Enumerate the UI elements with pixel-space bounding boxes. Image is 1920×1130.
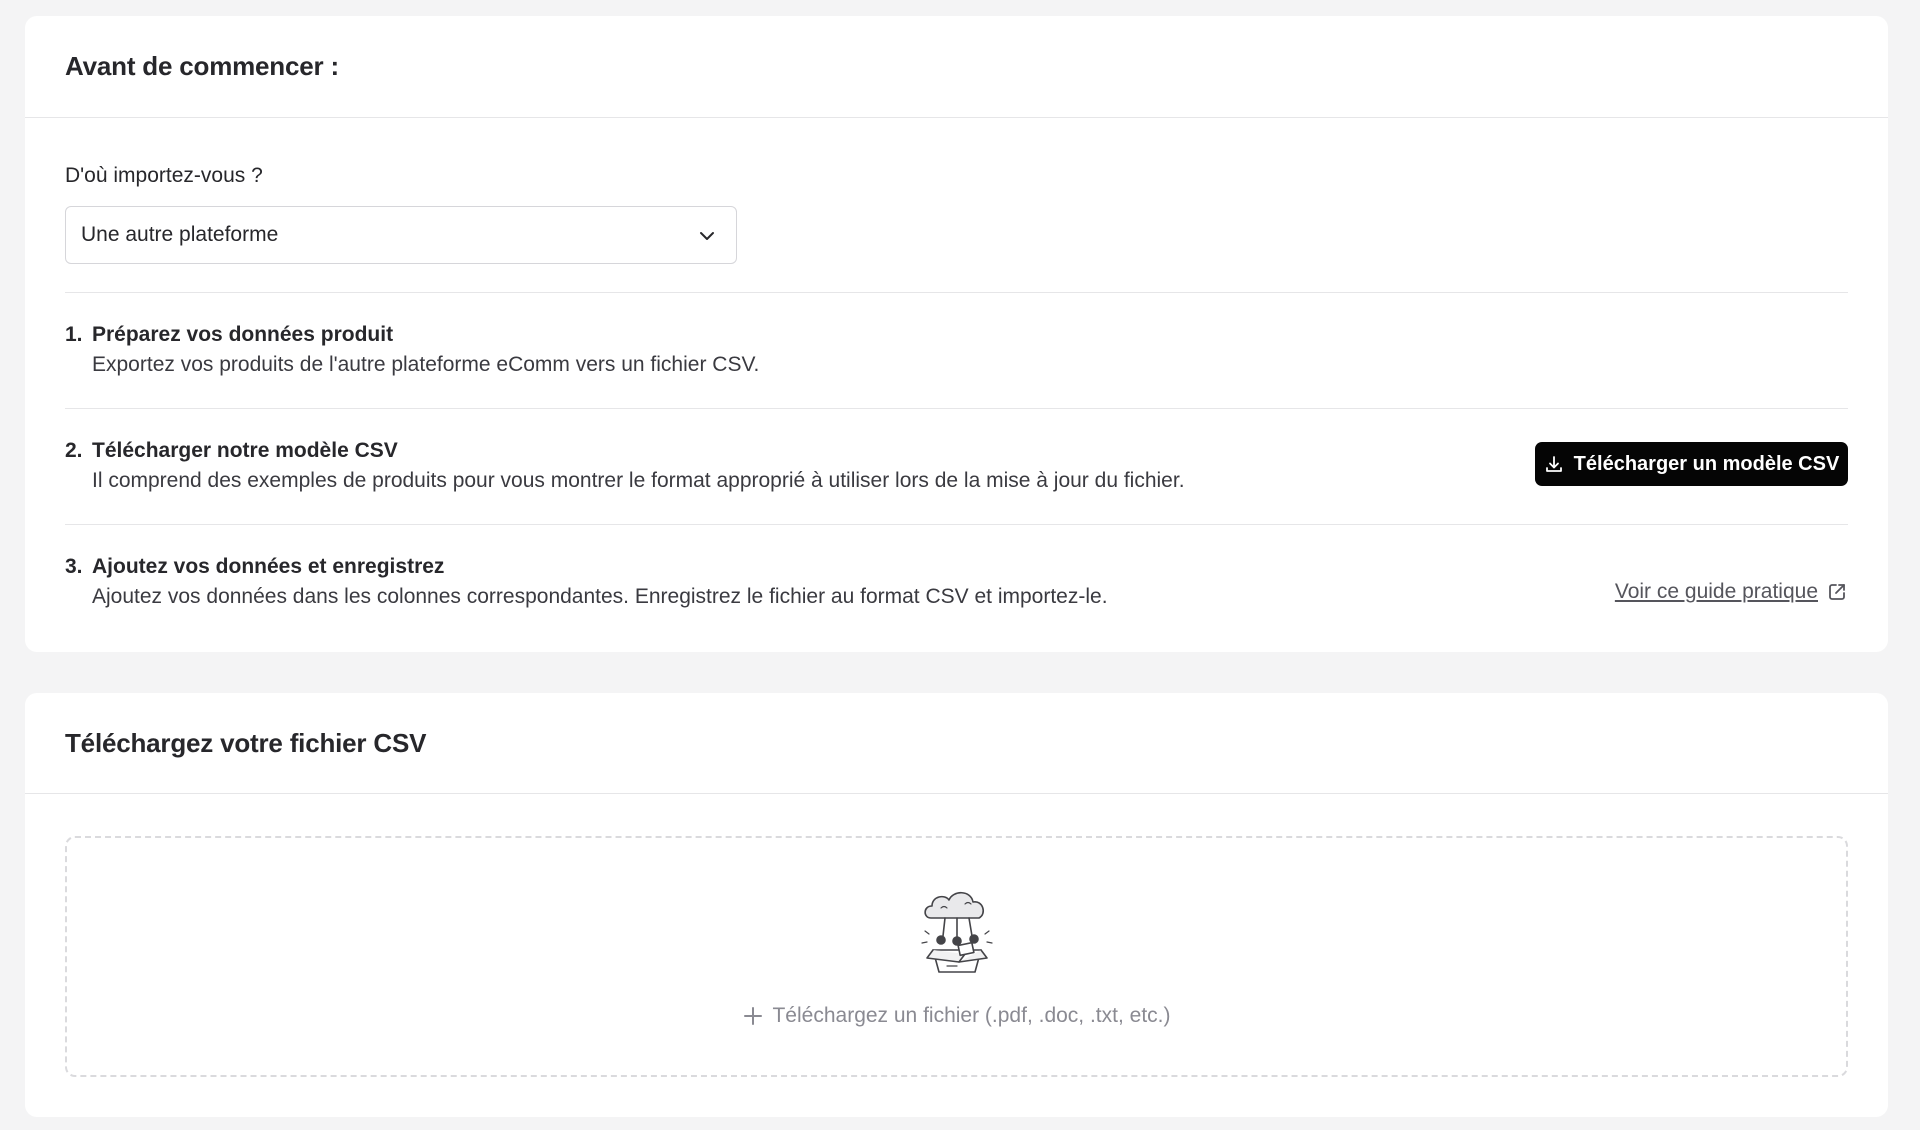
upload-header: Téléchargez votre fichier CSV <box>25 693 1888 794</box>
step-number: 3. <box>65 555 83 578</box>
divider <box>65 524 1848 525</box>
upload-card: Téléchargez votre fichier CSV Télécharge… <box>25 693 1888 1117</box>
step-number: 1. <box>65 323 83 346</box>
download-template-button[interactable]: Télécharger un modèle CSV <box>1535 442 1848 486</box>
import-source-label: D'où importez-vous ? <box>65 164 263 187</box>
download-icon <box>1545 456 1562 472</box>
download-template-label: Télécharger un modèle CSV <box>1573 452 1840 475</box>
plus-icon <box>744 1007 763 1025</box>
before-start-header: Avant de commencer : <box>25 16 1888 118</box>
cloud-upload-box-illustration <box>921 891 993 973</box>
upload-hint: Téléchargez un fichier (.pdf, .doc, .txt… <box>67 1004 1846 1028</box>
import-source-select[interactable]: Une autre plateforme <box>65 206 737 264</box>
external-link-icon <box>1829 584 1845 600</box>
upload-title: Téléchargez votre fichier CSV <box>65 727 427 758</box>
step-description: Il comprend des exemples de produits pou… <box>92 469 1185 492</box>
step-title: Télécharger notre modèle CSV <box>92 439 398 462</box>
before-start-card: Avant de commencer : D'où importez-vous … <box>25 16 1888 652</box>
step-number: 2. <box>65 439 83 462</box>
step-description: Exportez vos produits de l'autre platefo… <box>92 353 760 376</box>
upload-hint-text: Téléchargez un fichier (.pdf, .doc, .txt… <box>772 1004 1171 1027</box>
divider <box>65 292 1848 293</box>
file-dropzone[interactable]: Téléchargez un fichier (.pdf, .doc, .txt… <box>65 836 1848 1077</box>
before-start-title: Avant de commencer : <box>65 51 339 81</box>
practical-guide-label: Voir ce guide pratique <box>1614 580 1818 603</box>
practical-guide-link[interactable]: Voir ce guide pratique <box>1615 580 1848 604</box>
step-title: Préparez vos données produit <box>92 323 394 346</box>
import-source-value: Une autre plateforme <box>81 223 279 246</box>
chevron-down-icon <box>700 232 714 240</box>
step-title: Ajoutez vos données et enregistrez <box>92 555 445 578</box>
divider <box>65 408 1848 409</box>
step-description: Ajoutez vos données dans les colonnes co… <box>92 585 1108 608</box>
